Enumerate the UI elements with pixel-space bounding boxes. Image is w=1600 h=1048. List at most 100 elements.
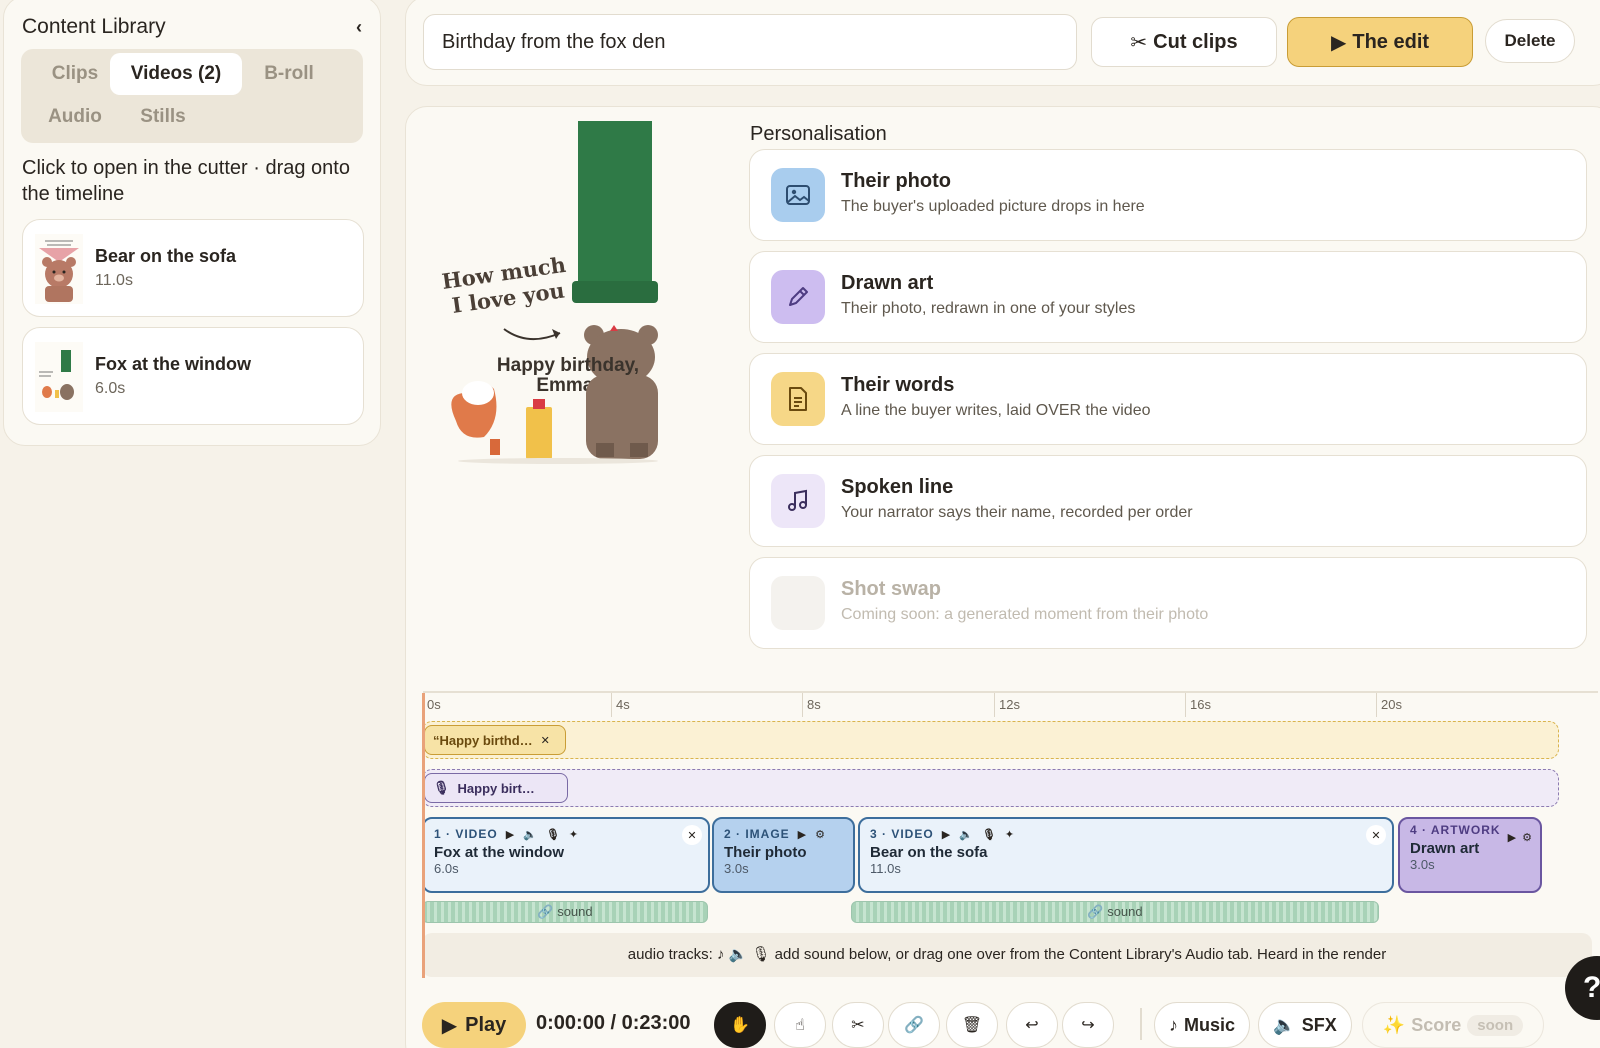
- text-overlay-chip[interactable]: “Happy birthd… ✕: [424, 725, 566, 755]
- play-icon[interactable]: ▶: [506, 828, 515, 841]
- speaker-icon[interactable]: 🔈: [959, 828, 974, 841]
- card-drawn-art[interactable]: Drawn art Their photo, redrawn in one of…: [749, 251, 1587, 343]
- trash-icon[interactable]: 🗑: [946, 1002, 998, 1048]
- card-subtitle: Your narrator says their name, recorded …: [841, 504, 1193, 521]
- text-overlay-chip-label: “Happy birthd…: [433, 732, 533, 748]
- timeline-clip-2[interactable]: 2 · IMAGE ▶ ⚙ Their photo 3.0s: [712, 817, 855, 893]
- voice-lane[interactable]: 🎙 Happy birt…: [422, 769, 1559, 807]
- project-title-input[interactable]: [423, 14, 1077, 70]
- content-library-panel: Content Library ‹ Clips Videos (2) B-rol…: [3, 0, 381, 446]
- pencil-icon: [771, 270, 825, 324]
- clip-kind: 1 · VIDEO: [434, 827, 498, 841]
- clip-duration: 3.0s: [724, 861, 749, 876]
- collapse-chevron-icon[interactable]: ‹: [356, 17, 362, 38]
- tab-b-roll[interactable]: B-roll: [243, 53, 335, 95]
- personalisation-label: Personalisation: [750, 123, 887, 145]
- timecode: 0:00:00 / 0:23:00: [536, 1012, 691, 1034]
- microphone-icon[interactable]: 🎙: [982, 828, 997, 841]
- music-label: Music: [1183, 1014, 1235, 1035]
- sparkle-icon[interactable]: ✦: [1005, 828, 1015, 841]
- play-button[interactable]: ▶ Play: [422, 1002, 526, 1048]
- bear-thumbnail: [35, 234, 83, 304]
- tab-clips[interactable]: Clips: [29, 53, 121, 95]
- clip-duration: 11.0s: [870, 861, 901, 876]
- speaker-icon[interactable]: 🔈: [523, 828, 538, 841]
- cut-clips-label: Cut clips: [1153, 30, 1238, 53]
- card-shot-swap: Shot swap Coming soon: a generated momen…: [749, 557, 1587, 649]
- card-subtitle: Their photo, redrawn in one of your styl…: [841, 300, 1136, 317]
- cut-clips-button[interactable]: ✂ Cut clips: [1091, 17, 1277, 67]
- card-title: Spoken line: [841, 476, 954, 498]
- sound-track-3[interactable]: 🔗 sound: [851, 901, 1379, 923]
- library-item-name: Bear on the sofa: [95, 246, 237, 266]
- card-title: Drawn art: [841, 272, 934, 294]
- delete-button[interactable]: Delete: [1485, 19, 1575, 63]
- soon-badge: soon: [1467, 1014, 1524, 1036]
- clip-kind: 4 · ARTWORK: [1410, 823, 1501, 837]
- timeline-clip-3[interactable]: 3 · VIDEO ▶ 🔈 🎙 ✦ Bear on the sofa 11.0s…: [858, 817, 1394, 893]
- sound-track-1[interactable]: 🔗 sound: [422, 901, 708, 923]
- tab-stills[interactable]: Stills: [117, 96, 209, 138]
- library-hint: Click to open in the cutter · drag onto …: [22, 157, 350, 205]
- card-spoken-line[interactable]: Spoken line Your narrator says their nam…: [749, 455, 1587, 547]
- sfx-button[interactable]: 🔈 SFX: [1258, 1002, 1352, 1048]
- voice-chip[interactable]: 🎙 Happy birt…: [424, 773, 568, 803]
- play-icon[interactable]: ▶: [1508, 831, 1516, 844]
- microphone-icon[interactable]: 🎙: [546, 828, 561, 841]
- tab-audio[interactable]: Audio: [29, 96, 121, 138]
- timeline[interactable]: 0s 4s 8s 12s 16s 20s “Happy birthd… ✕ 🎙 …: [422, 693, 1592, 993]
- timeline-clip-4[interactable]: 4 · ARTWORK ▶ ⚙ Drawn art 3.0s: [1398, 817, 1542, 893]
- text-overlay-lane[interactable]: “Happy birthd… ✕: [422, 721, 1559, 759]
- library-item-bear-on-the-sofa[interactable]: Bear on the sofa 11.0s: [22, 219, 364, 317]
- undo-icon[interactable]: ↩: [1006, 1002, 1058, 1048]
- the-edit-button[interactable]: ▶ The edit: [1287, 17, 1473, 67]
- close-icon[interactable]: ✕: [1366, 825, 1386, 845]
- library-item-duration: 11.0s: [95, 272, 133, 289]
- card-subtitle: Coming soon: a generated moment from the…: [841, 606, 1209, 623]
- clip-duration: 6.0s: [434, 861, 459, 876]
- score-label: Score: [1411, 1014, 1462, 1035]
- tab-videos[interactable]: Videos (2): [110, 53, 242, 95]
- sound-label: sound: [557, 904, 593, 919]
- sparkle-icon[interactable]: ✦: [569, 828, 579, 841]
- link-icon[interactable]: 🔗: [888, 1002, 940, 1048]
- scissors-icon[interactable]: ✂: [832, 1002, 884, 1048]
- voice-chip-label: Happy birt…: [457, 780, 535, 796]
- play-icon[interactable]: ▶: [798, 828, 807, 841]
- editor-main-panel: How much I love you Happy birthday, Emma…: [405, 106, 1600, 1048]
- time-tick: 8s: [802, 693, 821, 717]
- hand-tool-icon[interactable]: ✋: [714, 1002, 766, 1048]
- settings-icon[interactable]: ⚙: [1522, 831, 1532, 844]
- preview-caption-line1: Happy birthday,: [497, 355, 639, 376]
- audio-tracks-hint[interactable]: audio tracks: ♪ 🔈 🎙 add sound below, or …: [422, 933, 1592, 977]
- close-icon[interactable]: ✕: [682, 825, 702, 845]
- fox-thumbnail: [35, 342, 83, 412]
- card-title: Their words: [841, 374, 955, 396]
- timeline-clip-1[interactable]: 1 · VIDEO ▶ 🔈 🎙 ✦ Fox at the window 6.0s…: [422, 817, 710, 893]
- speaker-icon: 🔈: [1273, 1014, 1296, 1035]
- clip-kind: 3 · VIDEO: [870, 827, 934, 841]
- library-item-duration: 6.0s: [95, 380, 126, 397]
- clip-kind: 2 · IMAGE: [724, 827, 790, 841]
- play-icon[interactable]: ▶: [942, 828, 951, 841]
- clip-name: Bear on the sofa: [870, 844, 988, 861]
- redo-icon[interactable]: ↪: [1062, 1002, 1114, 1048]
- card-subtitle: The buyer's uploaded picture drops in he…: [841, 198, 1145, 215]
- playhead[interactable]: [422, 693, 425, 978]
- editor-topbar: ✂ Cut clips ▶ The edit Delete: [405, 0, 1600, 86]
- card-subtitle: A line the buyer writes, laid OVER the v…: [841, 402, 1151, 419]
- video-preview[interactable]: How much I love you Happy birthday, Emma…: [438, 121, 678, 467]
- image-icon: [771, 168, 825, 222]
- scissors-icon: ✂: [1130, 31, 1148, 54]
- card-their-photo[interactable]: Their photo The buyer's uploaded picture…: [749, 149, 1587, 241]
- library-item-fox-at-the-window[interactable]: Fox at the window 6.0s: [22, 327, 364, 425]
- card-title: Their photo: [841, 170, 951, 192]
- clip-duration: 3.0s: [1410, 857, 1435, 872]
- music-button[interactable]: ♪ Music: [1154, 1002, 1250, 1048]
- card-their-words[interactable]: Their words A line the buyer writes, lai…: [749, 353, 1587, 445]
- close-icon[interactable]: ✕: [541, 734, 550, 747]
- settings-icon[interactable]: ⚙: [815, 828, 826, 841]
- library-item-name: Fox at the window: [95, 354, 251, 374]
- pointer-tool-icon[interactable]: ☝: [774, 1002, 826, 1048]
- panel-title: Content Library: [22, 15, 166, 38]
